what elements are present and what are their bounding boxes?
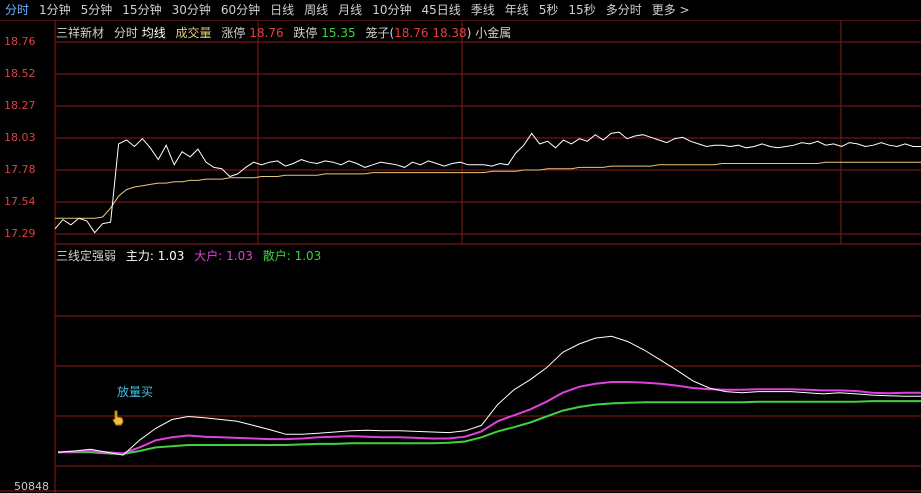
tab-8[interactable]: 月线 — [333, 0, 367, 20]
limit-up-value: 18.76 — [249, 26, 284, 40]
main-force-value: 1.03 — [157, 249, 185, 263]
limit-down-label: 跌停 — [293, 26, 318, 40]
big-holder-label: 大户: — [194, 249, 223, 263]
price-axis-tick: 17.29 — [4, 227, 36, 240]
mode-label: 分时 — [113, 26, 138, 40]
price-axis-tick: 17.78 — [4, 163, 36, 176]
tab-13[interactable]: 5秒 — [534, 0, 564, 20]
price-line — [54, 131, 921, 234]
price-axis-tick: 18.03 — [4, 131, 36, 144]
tab-9[interactable]: 10分钟 — [367, 0, 416, 20]
period-tab-bar: 分时 1分钟 5分钟 15分钟 30分钟 60分钟 日线 周线 月线 10分钟 45日线 季线 年线 5秒… — [0, 0, 921, 20]
cage-close: ) — [466, 26, 472, 40]
tab-2[interactable]: 5分钟 — [76, 0, 118, 20]
sector-label[interactable]: 小金属 — [475, 26, 511, 40]
limit-up-label: 涨停 — [221, 26, 246, 40]
tab-14[interactable]: 15秒 — [563, 0, 600, 20]
tab-7[interactable]: 周线 — [299, 0, 333, 20]
tab-1[interactable]: 1分钟 — [34, 0, 76, 20]
big-holder-value: 1.03 — [226, 249, 253, 263]
big-holder-line — [57, 381, 921, 455]
price-panel-header: 三祥新材 分时 均线 成交量 涨停 18.76 跌停 15.35 笼子(18.7… — [56, 24, 511, 41]
avg-price-line — [55, 161, 921, 219]
limit-down-value: 15.35 — [321, 26, 356, 40]
tab-12[interactable]: 年线 — [500, 0, 534, 20]
cage-label: 笼子( — [365, 26, 395, 40]
annotation-label: 放量买 — [117, 385, 154, 399]
retail-label: 散户: — [262, 249, 291, 263]
price-axis-tick: 18.52 — [4, 67, 36, 80]
price-axis-tick: 18.76 — [4, 35, 36, 48]
avg-line-label: 均线 — [141, 26, 166, 40]
tab-6[interactable]: 日线 — [265, 0, 299, 20]
tab-11[interactable]: 季线 — [466, 0, 500, 20]
retail-line — [58, 400, 921, 456]
cage-low-value: 18.76 — [394, 26, 429, 40]
volume-value: 50848 — [14, 480, 49, 493]
tab-15[interactable]: 多分时 — [601, 0, 647, 20]
tab-4[interactable]: 30分钟 — [167, 0, 216, 20]
tab-16[interactable]: 更多 > — [647, 0, 695, 20]
stock-name[interactable]: 三祥新材 — [56, 26, 104, 40]
price-axis-tick: 18.27 — [4, 99, 36, 112]
main-force-line — [57, 335, 921, 456]
indicator-name[interactable]: 三线定强弱 — [56, 249, 116, 263]
hand-cursor-icon — [112, 410, 124, 426]
indicator-panel-header: 三线定强弱 主力: 1.03 大户: 1.03 散户: 1.03 — [56, 247, 321, 264]
cage-high-value: 18.38 — [432, 26, 467, 40]
tab-3[interactable]: 15分钟 — [117, 0, 166, 20]
main-force-label: 主力: — [125, 249, 154, 263]
tab-0[interactable]: 分时 — [0, 0, 34, 20]
tab-5[interactable]: 60分钟 — [216, 0, 265, 20]
retail-value: 1.03 — [294, 249, 322, 263]
volume-label: 成交量 — [175, 26, 212, 40]
tab-10[interactable]: 45日线 — [416, 0, 465, 20]
price-axis-tick: 17.54 — [4, 195, 36, 208]
